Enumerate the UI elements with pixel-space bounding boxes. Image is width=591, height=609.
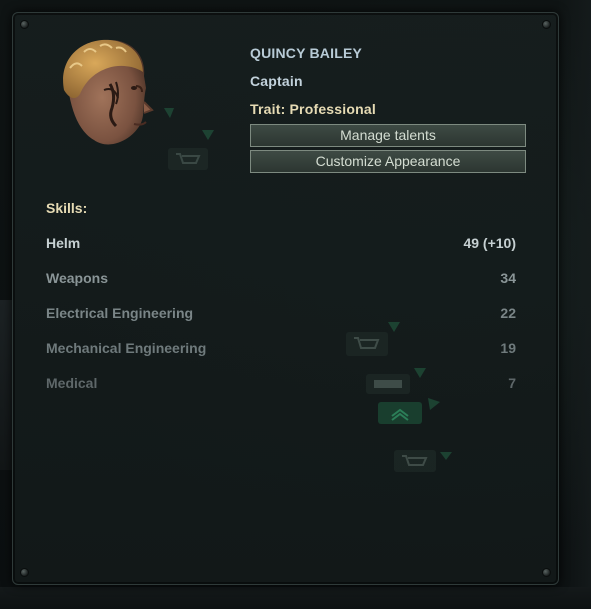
skill-name: Helm [46,235,81,251]
panel-bolt [20,568,29,577]
skill-row-medical: Medical 7 [46,375,516,395]
skill-row-mechanical-engineering: Mechanical Engineering 19 [46,340,516,360]
character-role: Captain [250,73,303,89]
skill-value: 34 [500,270,516,286]
skill-value: 49 (+10) [463,235,516,251]
panel-bolt [20,20,29,29]
cart-icon [164,108,214,170]
skill-row-helm: Helm 49 (+10) [46,235,516,255]
skill-value: 7 [508,375,516,391]
skill-name: Mechanical Engineering [46,340,207,356]
customize-appearance-button[interactable]: Customize Appearance [250,150,526,173]
skill-name: Medical [46,375,98,391]
cart-icon [394,450,452,472]
manage-talents-button[interactable]: Manage talents [250,124,526,147]
panel-bolt [542,568,551,577]
skill-name: Weapons [46,270,108,286]
background-floor [0,587,591,609]
character-portrait [63,39,154,145]
skill-value: 22 [500,305,516,321]
skill-value: 19 [500,340,516,356]
panel-bolt [542,20,551,29]
character-trait: Trait: Professional [250,101,376,117]
chevron-up-icon [378,402,422,424]
skill-row-weapons: Weapons 34 [46,270,516,290]
skill-row-electrical-engineering: Electrical Engineering 22 [46,305,516,325]
background-wall-right [557,0,591,609]
skill-name: Electrical Engineering [46,305,194,321]
character-name: QUINCY BAILEY [250,45,363,61]
skills-title: Skills: [46,200,88,216]
